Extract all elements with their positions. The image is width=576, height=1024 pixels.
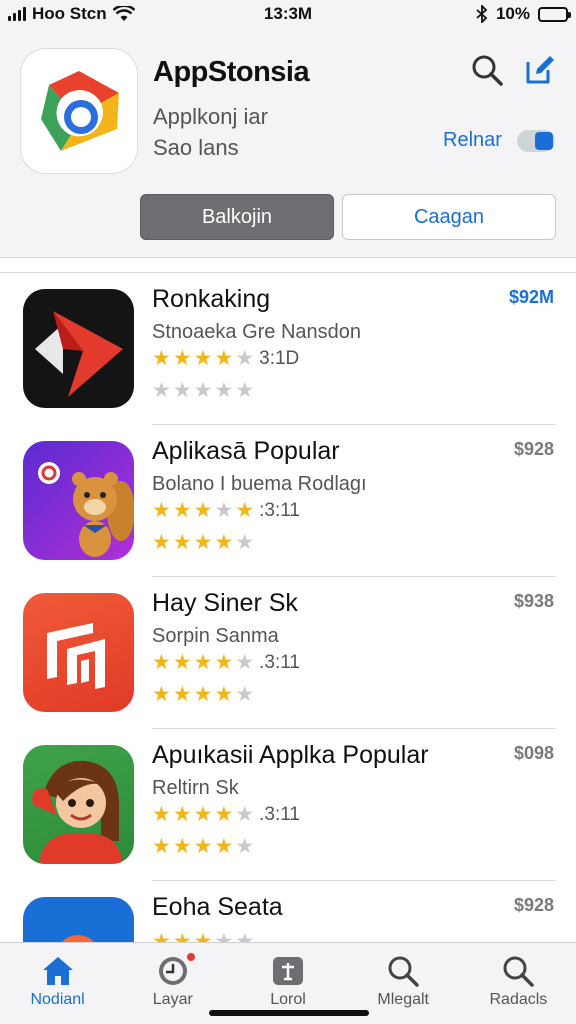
status-right: 10% — [368, 4, 571, 24]
app-developer: Stnoaeka Gre Nansdon — [152, 321, 362, 343]
return-label: Relnar — [443, 129, 502, 151]
app-developer: Bolano I buema Rodlagı — [152, 473, 367, 495]
bluetooth-icon — [476, 5, 488, 23]
battery-icon — [538, 6, 571, 22]
app-list: Ronkaking $92M Stnoaeka Gre Nansdon ★ ★ ★ ★… — [0, 272, 576, 942]
home-icon — [42, 957, 73, 985]
list-item[interactable]: Aplikasā Popular $928 Bolano I buema Rod… — [0, 425, 576, 577]
notification-badge — [187, 953, 196, 961]
search-icon — [503, 956, 535, 987]
red-logo-app-icon — [23, 593, 134, 712]
list-item[interactable]: Hay Siner Sk $938 Sorpin Sanma ★ ★ ★ ★ ★ .3:… — [0, 577, 576, 729]
rating-row-secondary: ★ ★ ★ ★ ★ — [152, 531, 255, 554]
rating-row: ★ ★ ★ ★ ★ — [152, 930, 255, 943]
header-subtitle-secondary: Sao lans — [153, 135, 239, 160]
status-left: Hoo Stcn — [8, 4, 208, 24]
segment-button-1[interactable]: Balkojin — [140, 194, 334, 240]
rating-row: ★ ★ ★ ★ ★ .3:11 — [152, 651, 300, 674]
rating-text: 3:1D — [259, 348, 300, 369]
tab-label: Nodianl — [30, 991, 85, 1008]
rating-row-secondary: ★ ★ ★ ★ ★ — [152, 835, 255, 858]
app-name: Apuıkasii Applka Popular — [152, 741, 429, 769]
rating-text: .3:11 — [259, 652, 300, 673]
tab-radacls[interactable]: Radacls — [461, 943, 576, 1024]
header-subtitle: Applkonj iar — [153, 104, 268, 129]
carrier-name: Hoo Stcn — [32, 4, 107, 23]
app-developer: Sorpin Sanma — [152, 625, 279, 647]
search-icon — [388, 956, 419, 987]
app-name: Eoha Seata — [152, 893, 283, 921]
toggle-knob — [535, 132, 553, 150]
app-price[interactable]: $938 — [514, 591, 554, 612]
app-store-screen: Hoo Stcn 13:3M 10% AppStonsia Applkonj i… — [0, 0, 576, 1024]
segment-button-2[interactable]: Caagan — [342, 194, 556, 240]
squirrel-app-icon — [23, 441, 134, 560]
home-indicator — [209, 1010, 369, 1016]
search-icon — [472, 55, 503, 86]
page-title: AppStonsia — [153, 56, 310, 88]
compose-button[interactable] — [520, 50, 560, 90]
blue-app-icon — [23, 897, 134, 942]
app-name: Ronkaking — [152, 285, 271, 313]
featured-app-icon[interactable] — [20, 48, 138, 174]
app-name: Aplikasā Popular — [152, 437, 340, 465]
signal-icon — [8, 7, 26, 21]
search-button[interactable] — [467, 50, 507, 90]
battery-percent: 10% — [495, 4, 530, 23]
list-item[interactable]: Ronkaking $92M Stnoaeka Gre Nansdon ★ ★ ★ ★… — [0, 273, 576, 425]
clock-icon — [158, 957, 187, 985]
app-developer: Reltirn Sk — [152, 777, 239, 799]
edit-icon — [526, 56, 554, 84]
tab-label: Lorol — [270, 991, 306, 1008]
list-item[interactable]: Apuıkasii Applka Popular $098 Reltirn Sk… — [0, 729, 576, 881]
return-toggle[interactable] — [517, 130, 555, 152]
rating-row-secondary: ★ ★ ★ ★ ★ — [152, 683, 255, 706]
app-price[interactable]: $92M — [509, 287, 554, 308]
app-name: Hay Siner Sk — [152, 589, 298, 617]
girl-avatar-app-icon — [23, 745, 134, 864]
rating-row: ★ ★ ★ ★ ★ 3:1D — [152, 347, 300, 370]
status-time: 13:3M — [263, 4, 313, 23]
rating-row-secondary: ★ ★ ★ ★ ★ — [152, 379, 255, 402]
tab-home[interactable]: Nodianl — [0, 943, 115, 1024]
red-arrow-app-icon — [23, 289, 134, 408]
tab-label: Layar — [152, 991, 193, 1008]
wifi-icon — [112, 6, 135, 21]
list-item[interactable]: Eoha Seata $928 ★ ★ ★ ★ ★ — [0, 881, 576, 942]
chrome-like-logo-icon — [41, 71, 119, 151]
status-bar: Hoo Stcn 13:3M 10% — [0, 0, 576, 28]
tool-icon — [273, 957, 303, 985]
app-price[interactable]: $928 — [514, 439, 554, 460]
app-price[interactable]: $098 — [514, 743, 554, 764]
app-header: AppStonsia Applkonj iar Sao lans Relnar … — [0, 28, 576, 258]
rating-text: :3:11 — [259, 500, 300, 521]
rating-row: ★ ★ ★ ★ ★ .3:11 — [152, 803, 300, 826]
tab-label: Radacls — [489, 991, 548, 1008]
rating-row: ★ ★ ★ ★ ★ :3:11 — [152, 499, 300, 522]
tab-label: Mlegalt — [377, 991, 429, 1008]
app-price[interactable]: $928 — [514, 895, 554, 916]
rating-text: .3:11 — [259, 804, 300, 825]
